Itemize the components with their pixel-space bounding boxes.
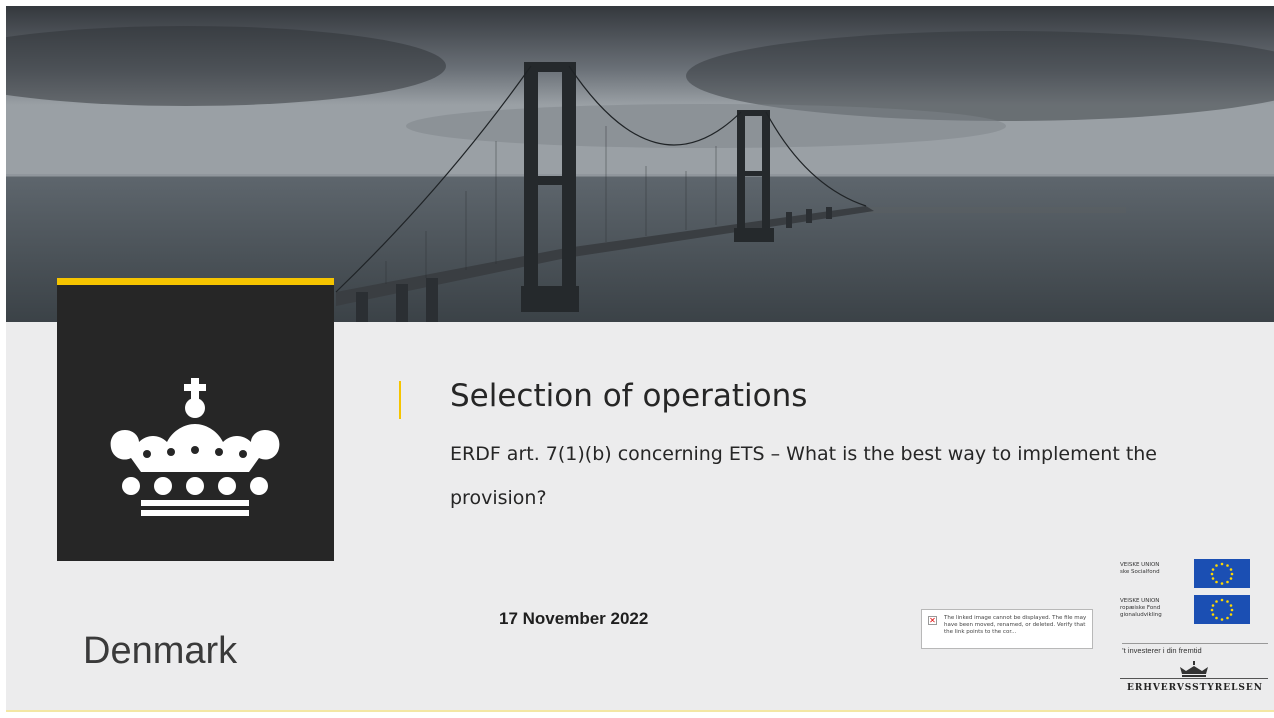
eu-funding-logos: VEISKE UNION ske Socialfond VEISKE UNION… — [1120, 559, 1270, 709]
broken-image-placeholder: ✕ The linked image cannot be displayed. … — [921, 609, 1093, 649]
logo-accent-stripe — [57, 278, 334, 285]
small-crown-icon — [1180, 661, 1208, 677]
eu-social-fund-text: VEISKE UNION ske Socialfond — [1120, 562, 1160, 575]
slide-date: 17 November 2022 — [499, 609, 649, 628]
agency-name: ERHVERVSSTYRELSEN — [1126, 683, 1263, 693]
broken-image-icon: ✕ — [928, 616, 937, 625]
hero-bridge-photo — [6, 6, 1274, 322]
eu-flag-icon — [1194, 595, 1250, 624]
bottom-accent-line — [6, 710, 1274, 712]
broken-image-message: The linked image cannot be displayed. Th… — [944, 615, 1087, 635]
danish-royal-crown-icon — [110, 378, 280, 516]
slide-title: Selection of operations — [450, 378, 808, 414]
agency-divider — [1120, 678, 1268, 679]
eu-regional-fund-logo: VEISKE UNION ropæiske Fond gionaludvikli… — [1120, 595, 1270, 625]
title-accent-bar — [399, 381, 401, 419]
eu-regional-fund-text: VEISKE UNION ropæiske Fond gionaludvikli… — [1120, 598, 1162, 618]
title-slide: Selection of operations ERDF art. 7(1)(b… — [6, 6, 1274, 712]
eu-flag-icon — [1194, 559, 1250, 588]
slide-subtitle: ERDF art. 7(1)(b) concerning ETS – What … — [450, 443, 1157, 509]
country-label: Denmark — [83, 630, 238, 672]
danish-crown-logo-panel — [57, 278, 334, 561]
eu-social-fund-logo: VEISKE UNION ske Socialfond — [1120, 559, 1270, 589]
eu-tagline: ’t investerer i din fremtid — [1122, 643, 1268, 655]
